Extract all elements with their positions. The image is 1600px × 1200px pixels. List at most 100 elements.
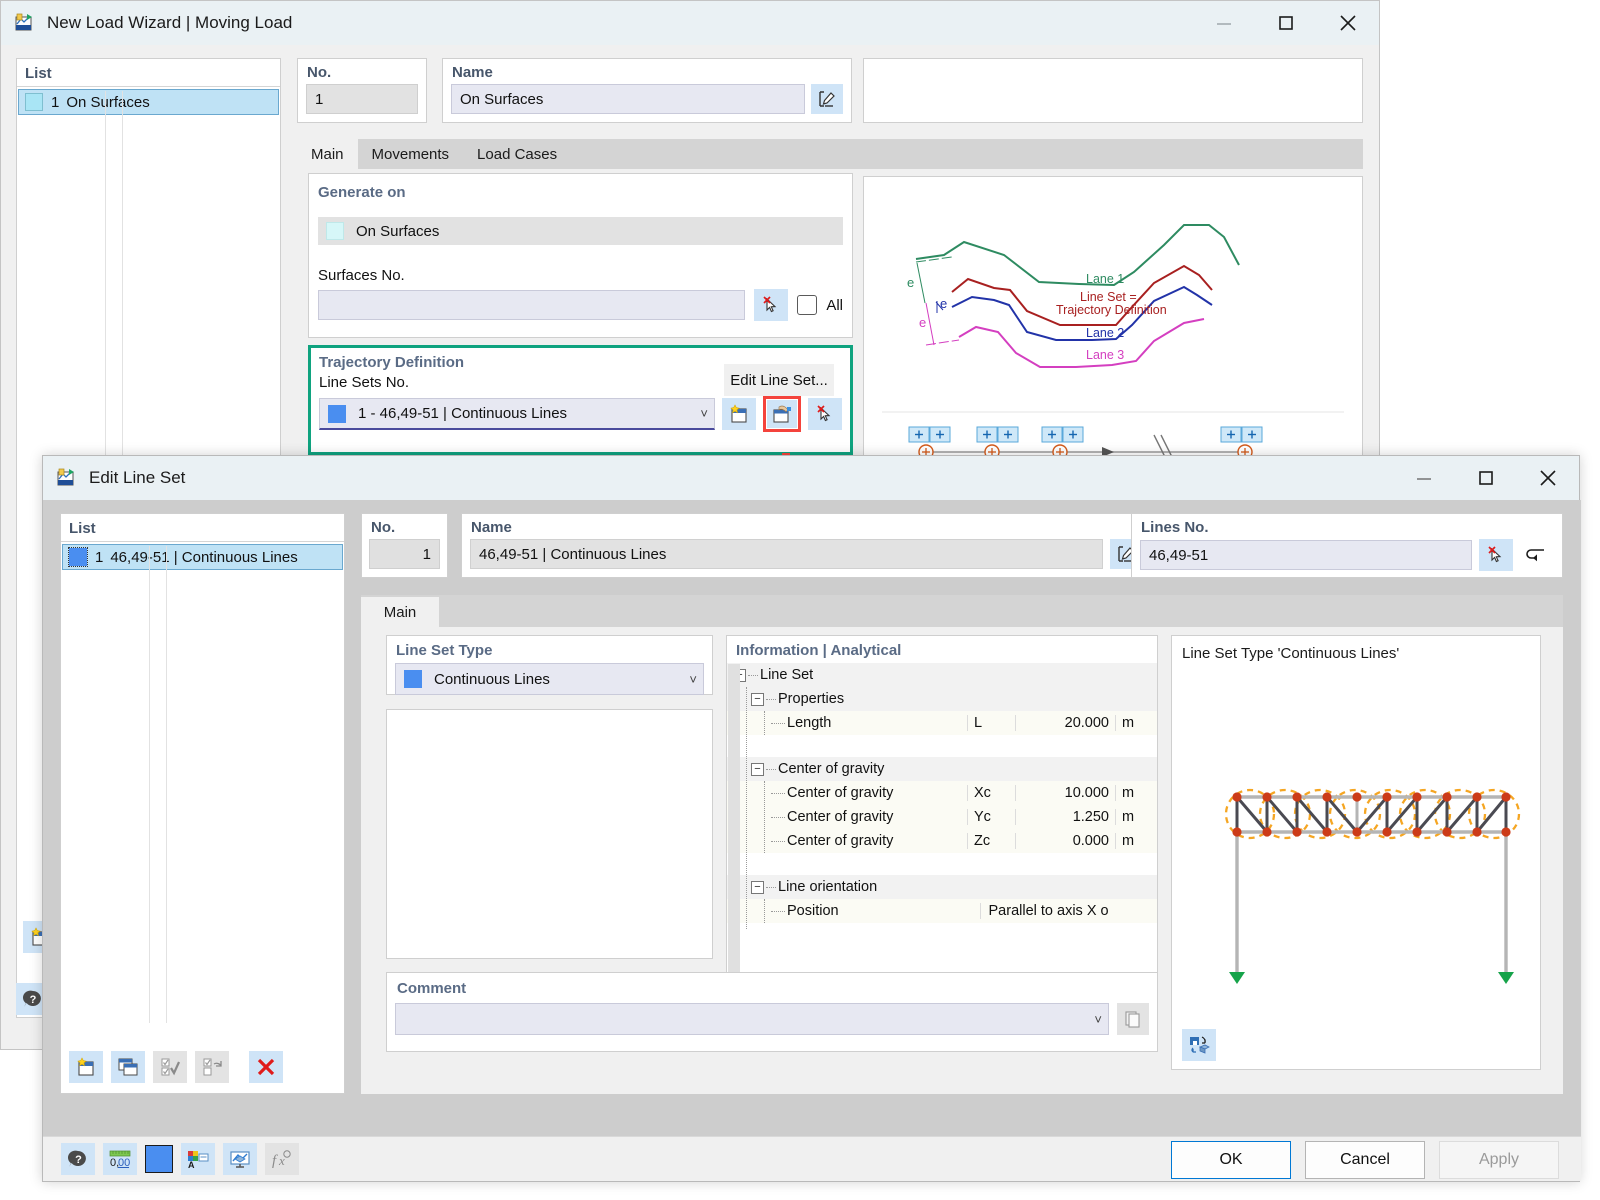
new-line-set-icon[interactable] [722,398,756,430]
line-set-color [328,404,346,423]
lineset-body: List 1 46,49-51 | Continuous Lines No. 1… [43,500,1581,1138]
wizard-close-button[interactable] [1317,1,1379,45]
wizard-minimize-button[interactable] [1193,1,1255,45]
edit-line-set-button[interactable]: Edit Line Set... [724,364,834,396]
line-set-type-value: Continuous Lines [434,670,550,688]
pick-cursor-icon[interactable] [1479,539,1513,571]
information-title: Information | Analytical [736,642,902,659]
info-row[interactable]: Position Parallel to axis X o [727,899,1157,923]
tab-load-cases[interactable]: Load Cases [463,139,572,169]
lineset-close-button[interactable] [1517,456,1579,500]
comment-label: Comment [397,980,467,997]
information-panel: Information | Analytical − Line Set [726,635,1158,997]
cancel-button[interactable]: Cancel [1305,1141,1425,1179]
preview-title: Line Set Type 'Continuous Lines' [1182,645,1400,662]
line-set-type-color [404,670,422,688]
apply-button[interactable]: Apply [1439,1141,1559,1179]
list-item-label: On Surfaces [66,93,150,111]
tab-main[interactable]: Main [361,597,439,627]
delete-icon[interactable] [249,1051,283,1083]
lineset-name-field[interactable]: 46,49-51 | Continuous Lines [470,539,1103,569]
display-properties-icon[interactable]: A [181,1143,215,1175]
pick-cursor-icon[interactable] [754,289,789,321]
info-row-unit: m [1115,833,1157,849]
generate-on-selected[interactable]: On Surfaces [318,217,843,245]
chevron-down-icon: ˅ [700,406,708,421]
name-edit-icon[interactable] [811,84,843,114]
info-row-name: Line Set [760,667,814,683]
info-row-spacer [727,735,1157,757]
info-row-symbol: L [967,715,1015,731]
wizard-tabstrip: Main Movements Load Cases [297,139,1363,169]
info-row[interactable]: Center of gravity Yc 1.250 m [727,805,1157,829]
svg-text:?: ? [75,1154,82,1166]
view-rotate-icon[interactable] [1182,1029,1216,1061]
lines-no-input[interactable] [1140,540,1472,570]
info-row-spacer [727,853,1157,875]
info-row[interactable]: − Properties [727,687,1157,711]
new-line-set-icon[interactable] [69,1051,103,1083]
expander-icon[interactable]: − [751,692,764,706]
line-sets-combo[interactable]: 1 - 46,49-51 | Continuous Lines ˅ [319,398,715,430]
all-checkbox[interactable] [797,295,818,315]
information-tree[interactable]: − Line Set − Properties [727,663,1157,929]
svg-text:e: e [940,296,947,311]
generate-on-color [326,222,344,240]
wizard-title: New Load Wizard | Moving Load [47,13,293,32]
info-row-name: Line orientation [778,879,878,895]
list-item-color [25,93,43,111]
info-row-value: 1.250 [1015,809,1115,825]
lineset-maximize-button[interactable] [1455,456,1517,500]
wizard-window-controls [1193,1,1379,45]
select-all-icon[interactable] [153,1051,187,1083]
invert-selection-icon[interactable] [195,1051,229,1083]
expander-icon[interactable]: − [751,880,764,894]
wizard-name-label: Name [452,64,493,81]
ok-button[interactable]: OK [1171,1141,1291,1179]
copy-comment-icon[interactable] [1117,1003,1149,1035]
expander-icon[interactable]: − [751,762,764,776]
info-row-name: Center of gravity [787,785,894,801]
info-row-symbol: Xc [967,785,1015,801]
lines-no-panel: Lines No. [1131,513,1563,578]
pick-cursor-icon[interactable] [808,398,842,430]
help-info-icon[interactable]: ? [61,1143,95,1175]
line-set-type-combo[interactable]: Continuous Lines ˅ [395,663,704,695]
comment-combo[interactable]: ˅ [395,1003,1109,1035]
formula-icon: f x [265,1143,299,1175]
svg-text:f: f [272,1153,278,1169]
list-item[interactable]: 1 46,49-51 | Continuous Lines [62,544,343,570]
edit-line-set-icon[interactable] [767,400,797,428]
lineset-no-field[interactable]: 1 [369,539,440,569]
color-swatch-icon[interactable] [145,1145,173,1173]
rfem-app-icon [15,13,37,33]
list-item-no: 1 [95,548,104,566]
wizard-maximize-button[interactable] [1255,1,1317,45]
tab-movements[interactable]: Movements [357,139,464,169]
rfem-app-icon [57,468,79,488]
list-item[interactable]: 1 On Surfaces [18,89,279,115]
wizard-no-field[interactable]: 1 [306,84,418,114]
list-item-label: 46,49-51 | Continuous Lines [110,548,298,566]
lineset-minimize-button[interactable] [1393,456,1455,500]
decimal-places-icon[interactable]: 0, 00 [103,1143,137,1175]
chevron-down-icon: ˅ [1094,1011,1102,1027]
info-row-value: 0.000 [1015,833,1115,849]
svg-text:?: ? [30,994,37,1006]
lineset-name-label: Name [471,519,512,536]
info-row[interactable]: Center of gravity Zc 0.000 m [727,829,1157,853]
wizard-name-field[interactable]: On Surfaces [451,84,805,114]
info-row[interactable]: Center of gravity Xc 10.000 m [727,781,1157,805]
wizard-name-panel: Name On Surfaces [442,58,852,123]
info-row[interactable]: − Line Set [727,663,1157,687]
lineset-window-controls [1393,456,1579,500]
info-row[interactable]: Length L 20.000 m [727,711,1157,735]
info-row[interactable]: − Line orientation [727,875,1157,899]
surfaces-no-input[interactable] [318,290,746,320]
screen-settings-icon[interactable] [223,1143,257,1175]
arrow-back-icon[interactable] [1520,539,1554,571]
info-row[interactable]: − Center of gravity [727,757,1157,781]
truss-preview-graphic [1224,788,1521,984]
copy-line-set-icon[interactable] [111,1051,145,1083]
tab-main[interactable]: Main [297,139,358,169]
